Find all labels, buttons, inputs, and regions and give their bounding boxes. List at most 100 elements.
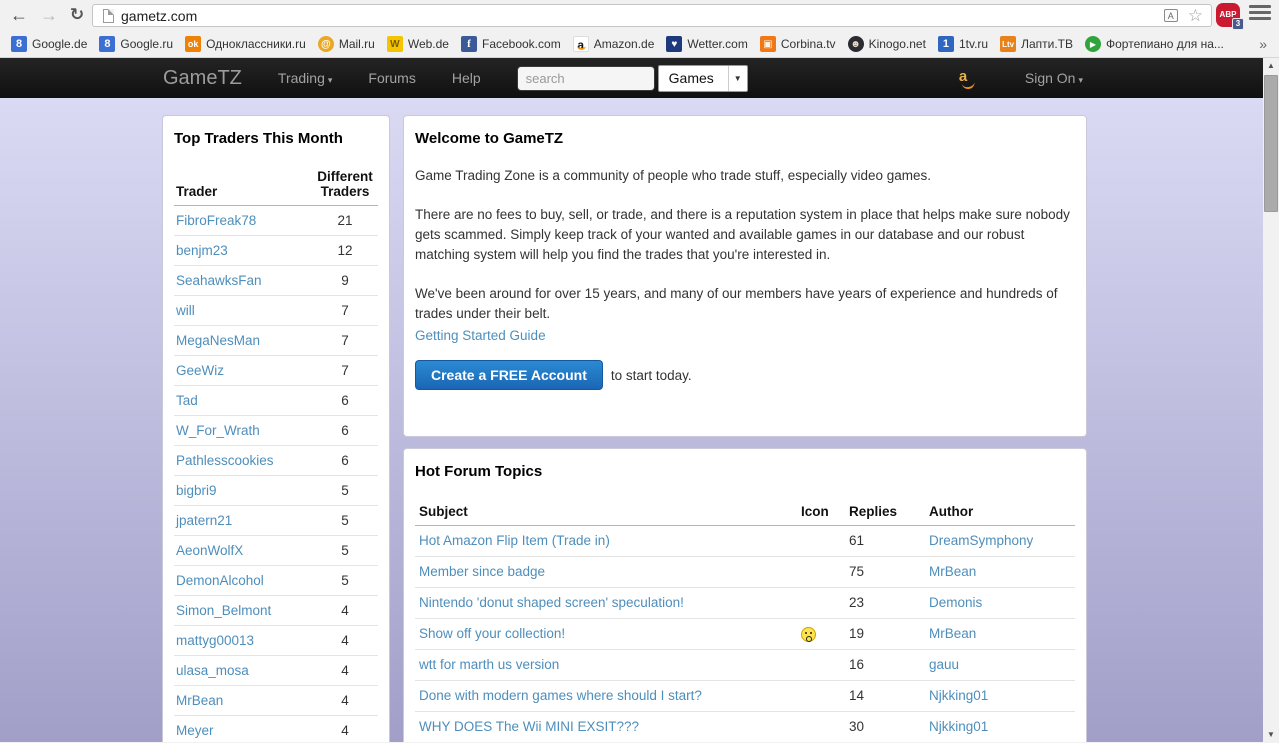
chevron-down-icon: ▾ <box>1078 75 1083 85</box>
site-logo[interactable]: GameTZ <box>163 67 242 90</box>
bookmark-item[interactable]: Фортепиано для на... <box>1080 34 1231 54</box>
trader-link[interactable]: bigbri9 <box>176 483 217 498</box>
sign-on-menu[interactable]: Sign On ▾ <box>1025 70 1083 86</box>
bookmark-label: Фортепиано для на... <box>1106 36 1224 51</box>
trader-link[interactable]: MrBean <box>176 693 223 708</box>
table-row: Hot Amazon Flip Item (Trade in) 61 Dream… <box>415 525 1075 557</box>
topic-author-link[interactable]: gauu <box>929 657 959 672</box>
topic-subject-link[interactable]: Member since badge <box>419 564 545 579</box>
back-icon[interactable]: ← <box>6 2 32 28</box>
bookmark-item[interactable]: Wetter.com <box>661 34 754 54</box>
browser-menu-icon[interactable] <box>1249 5 1271 25</box>
bookmark-item[interactable]: Mail.ru <box>313 34 382 54</box>
trader-link[interactable]: will <box>176 303 195 318</box>
col-header-different-traders: Different Traders <box>312 163 378 206</box>
different-traders-count: 6 <box>312 415 378 446</box>
page-icon <box>103 8 114 23</box>
topic-subject-link[interactable]: wtt for marth us version <box>419 657 559 672</box>
bookmark-label: Google.de <box>32 36 88 51</box>
trader-link[interactable]: Tad <box>176 393 198 408</box>
trader-link[interactable]: MegaNesMan <box>176 333 260 348</box>
table-row: AeonWolfX 5 <box>174 535 378 566</box>
topic-author-link[interactable]: Njkking01 <box>929 719 988 734</box>
trader-link[interactable]: Meyer <box>176 723 214 738</box>
table-row: wtt for marth us version 16 gauu <box>415 649 1075 681</box>
bookmark-item[interactable]: Одноклассники.ru <box>180 34 313 54</box>
trader-link[interactable]: FibroFreak78 <box>176 213 256 228</box>
create-account-button[interactable]: Create a FREE Account <box>415 360 603 390</box>
forward-icon[interactable]: → <box>36 2 62 28</box>
bookmark-favicon <box>759 35 776 52</box>
hot-topics-title: Hot Forum Topics <box>415 463 543 480</box>
getting-started-guide-link[interactable]: Getting Started Guide <box>415 328 546 343</box>
trader-link[interactable]: ulasa_mosa <box>176 663 249 678</box>
bookmark-item[interactable]: Corbina.tv <box>755 34 843 54</box>
surprised-smiley-icon <box>801 626 816 642</box>
welcome-paragraph-2: There are no fees to buy, sell, or trade… <box>415 207 1070 262</box>
welcome-paragraph-1: Game Trading Zone is a community of peop… <box>415 168 932 183</box>
different-traders-count: 7 <box>312 295 378 326</box>
different-traders-count: 6 <box>312 385 378 416</box>
nav-item-forums[interactable]: Forums <box>368 70 415 86</box>
bookmark-favicon <box>1000 35 1017 52</box>
page-scrollbar[interactable]: ▲ ▼ <box>1263 58 1279 742</box>
nav-item-help[interactable]: Help <box>452 70 481 86</box>
trader-link[interactable]: SeahawksFan <box>176 273 262 288</box>
topic-author-link[interactable]: DreamSymphony <box>929 533 1033 548</box>
topic-subject-link[interactable]: WHY DOES The Wii MINI EXSIT??? <box>419 719 639 734</box>
different-traders-count: 4 <box>312 655 378 686</box>
scrollbar-thumb[interactable] <box>1264 75 1278 212</box>
trader-link[interactable]: GeeWiz <box>176 363 224 378</box>
address-bar[interactable]: gametz.com A ☆ <box>92 4 1212 27</box>
search-scope-value: Games <box>668 70 714 86</box>
bookmarks-bar: Google.de Google.ru Одноклассники.ru Mai… <box>0 30 1279 58</box>
col-header-icon: Icon <box>797 498 845 526</box>
url-text[interactable]: gametz.com <box>121 8 1164 24</box>
bookmark-item[interactable]: Kinogo.net <box>843 34 933 54</box>
table-row: Meyer 4 <box>174 715 378 742</box>
trader-link[interactable]: AeonWolfX <box>176 543 243 558</box>
topic-author-link[interactable]: Njkking01 <box>929 688 988 703</box>
bookmark-item[interactable]: Google.de <box>6 34 94 54</box>
amazon-icon[interactable]: a <box>959 69 979 87</box>
topic-subject-link[interactable]: Nintendo 'donut shaped screen' speculati… <box>419 595 684 610</box>
topic-author-link[interactable]: MrBean <box>929 564 976 579</box>
trader-link[interactable]: jpatern21 <box>176 513 232 528</box>
topic-subject-link[interactable]: Show off your collection! <box>419 626 565 641</box>
trader-link[interactable]: DemonAlcohol <box>176 573 264 588</box>
bookmark-label: Amazon.de <box>593 36 655 51</box>
trader-link[interactable]: Pathlesscookies <box>176 453 274 468</box>
nav-item-trading[interactable]: Trading ▾ <box>278 70 332 86</box>
topic-author-link[interactable]: Demonis <box>929 595 982 610</box>
bookmark-item[interactable]: Amazon.de <box>568 34 662 54</box>
bookmark-item[interactable]: Web.de <box>382 34 456 54</box>
search-input[interactable] <box>516 65 655 91</box>
bookmark-star-icon[interactable]: ☆ <box>1188 6 1203 26</box>
reload-icon[interactable]: ↻ <box>64 2 90 28</box>
different-traders-count: 5 <box>312 505 378 536</box>
bookmark-item[interactable]: Google.ru <box>94 34 180 54</box>
adblock-badge: 3 <box>1232 18 1244 30</box>
table-row: MrBean 4 <box>174 685 378 716</box>
different-traders-count: 7 <box>312 325 378 356</box>
scroll-down-icon[interactable]: ▼ <box>1263 727 1279 742</box>
bookmark-item[interactable]: Лапти.ТВ <box>995 34 1080 54</box>
topic-author-link[interactable]: MrBean <box>929 626 976 641</box>
bookmark-item[interactable]: 1tv.ru <box>933 34 995 54</box>
browser-window: ← → ↻ gametz.com A ☆ ABP 3 Google.de Goo… <box>0 0 1279 743</box>
search-scope-select[interactable]: Games ▼ <box>657 64 748 92</box>
topic-subject-link[interactable]: Hot Amazon Flip Item (Trade in) <box>419 533 610 548</box>
scroll-up-icon[interactable]: ▲ <box>1263 58 1279 73</box>
adblock-icon[interactable]: ABP 3 <box>1216 3 1244 30</box>
trader-link[interactable]: mattyg00013 <box>176 633 254 648</box>
trader-link[interactable]: W_For_Wrath <box>176 423 260 438</box>
trader-link[interactable]: benjm23 <box>176 243 228 258</box>
trader-link[interactable]: Simon_Belmont <box>176 603 271 618</box>
top-traders-panel: Top Traders This Month Trader Different … <box>162 115 390 742</box>
table-row: will 7 <box>174 295 378 326</box>
bookmark-item[interactable]: Facebook.com <box>456 34 568 54</box>
translate-icon[interactable]: A <box>1163 9 1178 22</box>
bookmarks-overflow-icon[interactable]: » <box>1253 36 1273 52</box>
topic-subject-link[interactable]: Done with modern games where should I st… <box>419 688 702 703</box>
bookmark-label: Mail.ru <box>338 36 375 51</box>
